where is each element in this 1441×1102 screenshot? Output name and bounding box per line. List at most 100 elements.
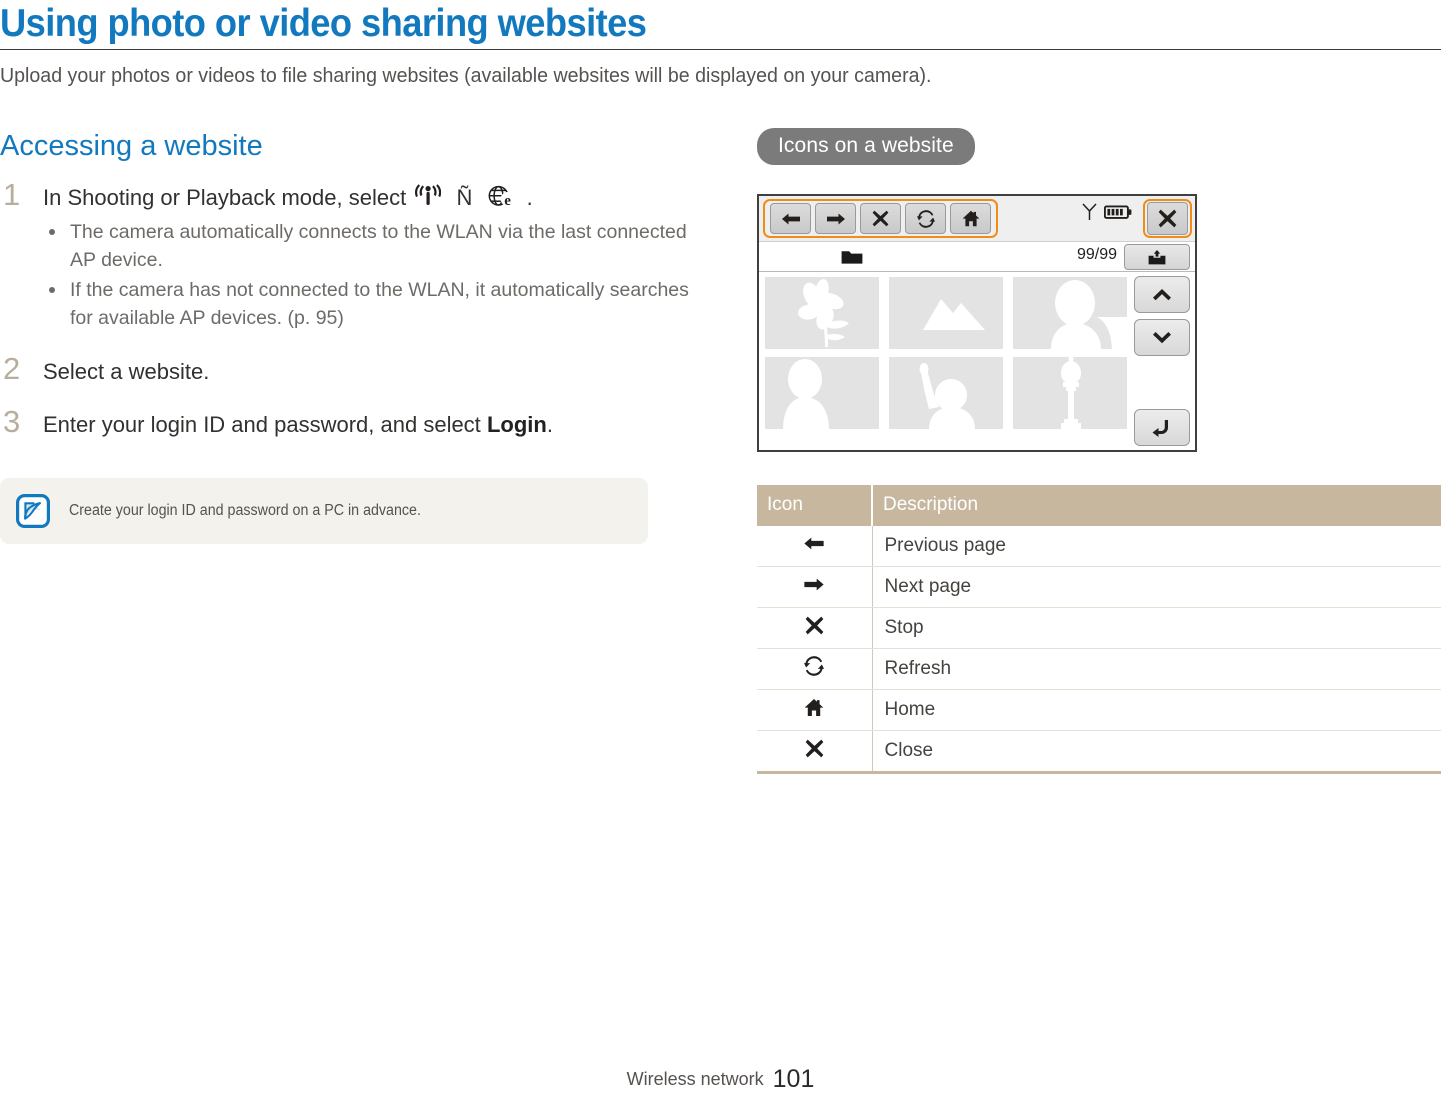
close-button-highlight: [1143, 199, 1192, 238]
step-1-bullets: The camera automatically connects to the…: [43, 218, 700, 332]
table-cell-description: Next page: [872, 566, 1441, 608]
table-cell-icon: [757, 566, 873, 608]
page-subtitle: Upload your photos or videos to file sha…: [0, 65, 932, 87]
note-text: Create your login ID and password on a P…: [69, 502, 421, 519]
step-3: 3 Enter your login ID and password, and …: [0, 405, 700, 440]
home-button[interactable]: [950, 203, 991, 234]
table-row: Close: [757, 730, 1441, 774]
note-pen-icon: [16, 494, 50, 528]
person-thumbnail[interactable]: [765, 357, 879, 429]
thumbnail-grid: [765, 277, 1127, 429]
column-header-description: Description: [872, 485, 1441, 526]
step-1-text-after: .: [526, 185, 533, 210]
step-3-text: Enter your login ID and password, and se…: [43, 412, 481, 437]
return-arrow-icon: [1152, 420, 1168, 437]
right-column: Icons on a website 99/99 Icon Descriptio…: [757, 128, 1441, 774]
home-icon: [962, 210, 979, 227]
column-header-icon: Icon: [757, 485, 873, 526]
portrait-thumbnail[interactable]: [1013, 277, 1127, 349]
section-title: Accessing a website: [0, 130, 263, 162]
table-cell-icon: [757, 607, 873, 649]
x-icon: [872, 210, 889, 227]
step-number: 3: [3, 404, 21, 439]
footer-page-number: 101: [772, 1065, 815, 1093]
next-page-button[interactable]: [815, 203, 856, 234]
table-cell-icon: [757, 730, 873, 774]
bullet-item: If the camera has not connected to the W…: [43, 276, 700, 332]
table-row: Refresh: [757, 648, 1441, 690]
camera-screen-mockup: 99/99: [757, 194, 1197, 452]
step-1: 1 In Shooting or Playback mode, select Ñ: [0, 178, 700, 332]
globe-e-icon: e: [487, 184, 517, 208]
table-cell-icon: [757, 526, 873, 567]
camera-status-icons: [1082, 203, 1132, 221]
street-lamp-thumbnail[interactable]: [1013, 357, 1127, 429]
header-divider: [0, 49, 1441, 50]
back-button[interactable]: [1134, 409, 1190, 446]
person-pointing-thumbnail[interactable]: [889, 357, 1003, 429]
bullet-item: The camera automatically connects to the…: [43, 218, 700, 274]
left-column: Accessing a website 1 In Shooting or Pla…: [0, 128, 700, 544]
arrow-right-glyph: Ñ: [456, 185, 473, 210]
arrow-right-icon: [804, 578, 824, 591]
scroll-up-button[interactable]: [1134, 276, 1190, 313]
step-number: 2: [3, 351, 21, 386]
x-icon: [1158, 209, 1177, 228]
home-icon: [804, 698, 824, 716]
table-cell-icon: [757, 689, 873, 731]
mountain-thumbnail[interactable]: [889, 277, 1003, 349]
table-header-row: Icon Description: [757, 485, 1441, 526]
table-cell-description: Stop: [872, 607, 1441, 649]
footer-section-label: Wireless network: [626, 1069, 764, 1089]
icons-on-a-website-badge: Icons on a website: [757, 128, 975, 165]
battery-icon: [1104, 205, 1132, 219]
page-count: 99/99: [1076, 246, 1117, 263]
step-3-text-after: .: [546, 412, 553, 437]
arrow-left-icon: [781, 213, 800, 224]
step-2: 2 Select a website.: [0, 352, 700, 387]
previous-page-button[interactable]: [770, 203, 811, 234]
table-row: Stop: [757, 607, 1441, 649]
step-1-text: In Shooting or Playback mode, select: [43, 185, 407, 210]
x-icon: [805, 616, 824, 634]
step-text: Enter your login ID and password, and se…: [43, 409, 700, 440]
table-cell-description: Close: [872, 730, 1441, 774]
chevron-up-icon: [1153, 289, 1171, 301]
table-row: Previous page: [757, 526, 1441, 567]
table-cell-description: Previous page: [872, 526, 1441, 567]
folder-icon: [841, 249, 863, 270]
camera-subbar: 99/99: [759, 242, 1195, 272]
flower-thumbnail[interactable]: [765, 277, 879, 349]
note-box: Create your login ID and password on a P…: [0, 478, 648, 544]
refresh-button[interactable]: [905, 203, 946, 234]
page-footer: Wireless network 101: [0, 1065, 1441, 1094]
arrow-left-icon: [804, 537, 824, 550]
wifi-broadcast-icon: [415, 184, 442, 208]
table-cell-icon: [757, 648, 873, 690]
close-button[interactable]: [1147, 202, 1188, 235]
table-cell-description: Home: [872, 689, 1441, 731]
step-text: Select a website.: [43, 356, 700, 387]
step-2-text: Select a website.: [43, 359, 210, 384]
step-number: 1: [3, 177, 21, 212]
page-header: Using photo or video sharing websites Up…: [0, 0, 1441, 89]
arrow-right-icon: [826, 213, 845, 224]
stop-button[interactable]: [860, 203, 901, 234]
x-icon: [805, 739, 824, 757]
upload-icon: [1148, 249, 1166, 264]
login-keyword: Login: [486, 412, 547, 437]
camera-toolbar: [759, 196, 1195, 242]
table-row: Home: [757, 689, 1441, 731]
table-cell-description: Refresh: [872, 648, 1441, 690]
upload-button[interactable]: [1124, 244, 1190, 270]
table-row: Next page: [757, 566, 1441, 608]
svg-text:e: e: [505, 193, 512, 208]
chevron-down-icon: [1153, 332, 1171, 344]
refresh-icon: [804, 656, 825, 676]
camera-body: [759, 272, 1195, 451]
antenna-signal-icon: [1082, 203, 1097, 220]
refresh-icon: [916, 209, 935, 228]
scroll-down-button[interactable]: [1134, 319, 1190, 356]
page-title: Using photo or video sharing websites: [0, 2, 647, 45]
scroll-buttons: [1134, 276, 1190, 362]
